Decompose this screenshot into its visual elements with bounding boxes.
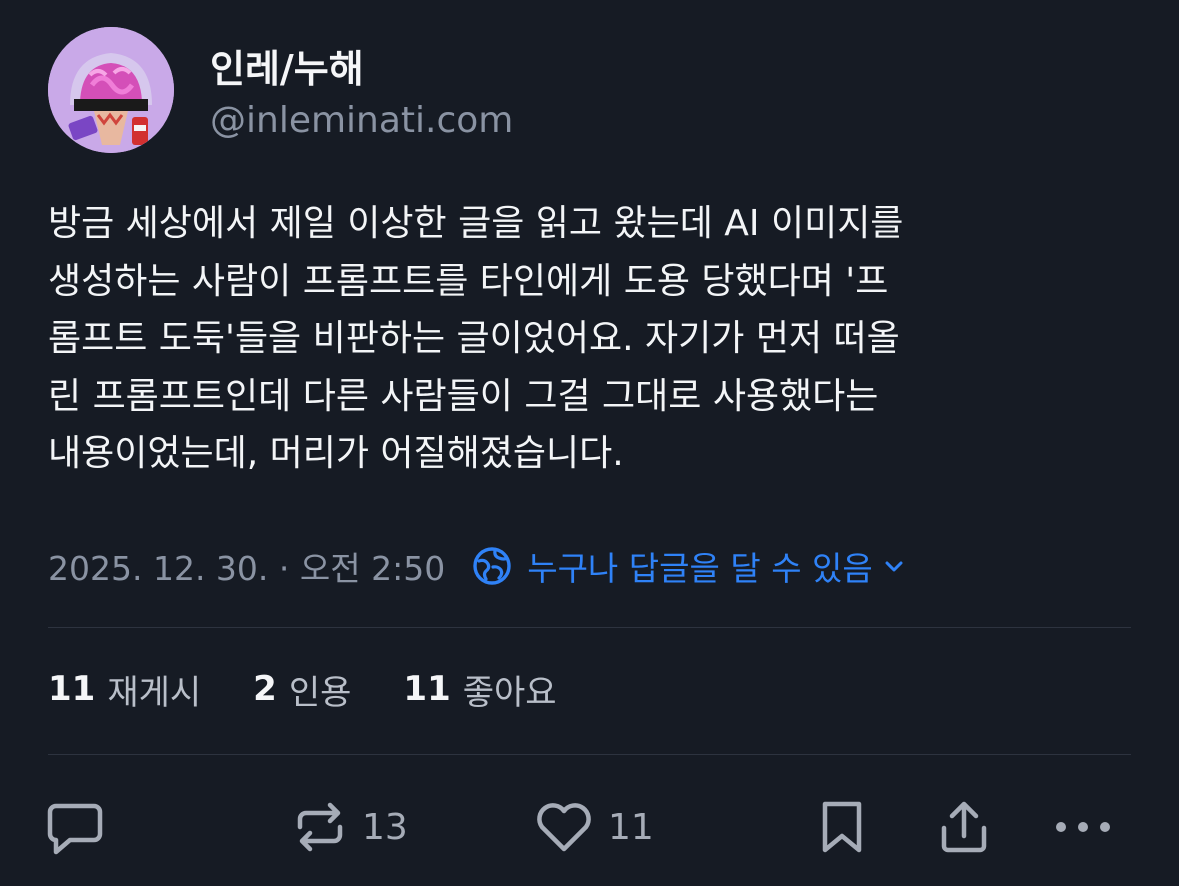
post-meta: 2025. 12. 30. · 오전 2:50 누구나 답글을 달 수 있음 xyxy=(48,544,919,588)
reposts-label: 재게시 xyxy=(107,672,202,713)
author-display-name[interactable]: 인레/누해 xyxy=(210,38,364,93)
engagement-stats: 11 재게시 2 인용 11 좋아요 xyxy=(48,664,609,714)
more-dots-icon xyxy=(1056,822,1110,832)
post-text-line: 롬프트 도둑'들을 비판하는 글이었어요. 자기가 먼저 떠올 xyxy=(48,318,900,359)
quotes-count: 2 xyxy=(253,669,277,709)
avatar-illustration xyxy=(48,27,174,153)
more-options-button[interactable] xyxy=(1052,792,1114,862)
reply-button[interactable] xyxy=(46,792,104,862)
post-text-line: 방금 세상에서 제일 이상한 글을 읽고 왔는데 AI 이미지를 xyxy=(48,203,904,244)
share-icon xyxy=(941,801,987,853)
likes-count: 11 xyxy=(403,669,451,709)
bookmark-icon xyxy=(822,801,862,853)
heart-icon xyxy=(537,803,591,852)
quotes-stat[interactable]: 2 인용 xyxy=(253,665,351,714)
chevron-down-icon xyxy=(885,561,903,572)
post-text: 방금 세상에서 제일 이상한 글을 읽고 왔는데 AI 이미지를 생성하는 사람… xyxy=(48,195,1138,483)
reposts-count: 11 xyxy=(48,669,96,709)
divider xyxy=(48,627,1131,628)
bookmark-button[interactable] xyxy=(817,792,867,862)
reposts-stat[interactable]: 11 재게시 xyxy=(48,665,201,714)
avatar[interactable] xyxy=(48,27,174,153)
repost-button[interactable]: 13 xyxy=(292,792,408,862)
repost-arrows-icon xyxy=(297,802,343,852)
author-handle[interactable]: @inleminati.com xyxy=(210,100,513,141)
action-bar: 13 11 xyxy=(0,792,1179,862)
reply-setting-label: 누구나 답글을 달 수 있음 xyxy=(527,549,873,588)
quotes-label: 인용 xyxy=(288,672,352,713)
speech-bubble-icon xyxy=(47,803,103,855)
repost-count: 13 xyxy=(362,806,408,848)
likes-stat[interactable]: 11 좋아요 xyxy=(403,665,556,714)
post-text-line: 린 프롬프트인데 다른 사람들이 그걸 그대로 사용했다는 xyxy=(48,375,879,417)
likes-label: 좋아요 xyxy=(462,672,557,713)
post-timestamp: 2025. 12. 30. · 오전 2:50 xyxy=(48,549,446,588)
post-text-line: 내용이었는데, 머리가 어질해졌습니다. xyxy=(48,433,624,474)
post-text-line: 생성하는 사람이 프롬프트를 타인에게 도용 당했다며 '프 xyxy=(48,260,889,302)
globe-icon xyxy=(473,547,511,585)
reply-setting-button[interactable]: 누구나 답글을 달 수 있음 xyxy=(471,542,919,590)
like-count: 11 xyxy=(608,806,654,848)
like-button[interactable]: 11 xyxy=(534,792,654,862)
share-button[interactable] xyxy=(936,792,992,862)
divider xyxy=(48,754,1131,755)
